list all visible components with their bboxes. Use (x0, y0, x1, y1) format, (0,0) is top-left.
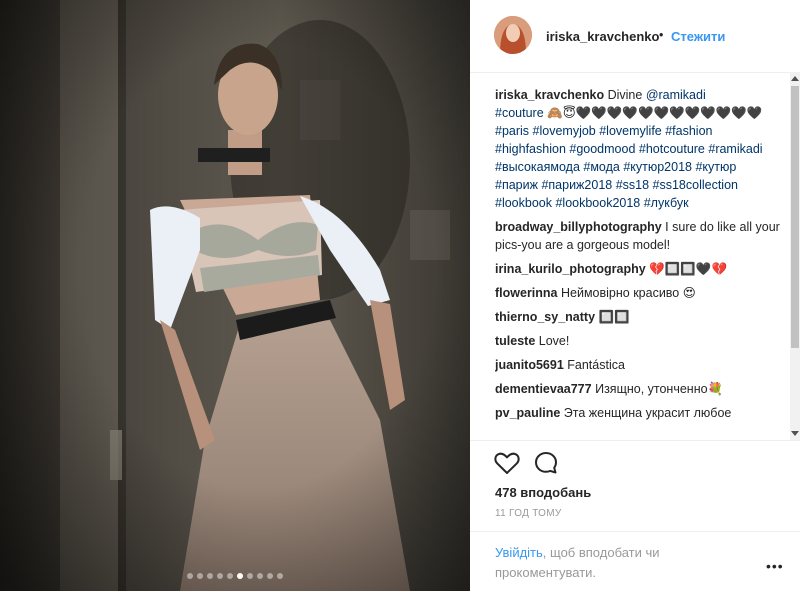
more-options-icon[interactable]: ••• (766, 558, 784, 574)
list-item: irina_kurilo_photography 💔🔲🔲🖤💔 (495, 260, 780, 278)
likes-count[interactable]: 478 вподобань (495, 485, 591, 500)
fashion-photo-image (0, 0, 470, 591)
comment-footer: Увійдіть, щоб вподобати чи прокоментуват… (470, 531, 800, 592)
comment-username-link[interactable]: dementievaa777 (495, 382, 592, 396)
comment-username-link[interactable]: juanito5691 (495, 358, 564, 372)
avatar-image (494, 16, 532, 54)
post-details-panel: iriska_kravchenko • Стежити iriska_kravc… (470, 0, 800, 591)
hashtag-link[interactable]: #couture (495, 106, 544, 120)
separator-dot: • (659, 28, 664, 42)
comment-username-link[interactable]: pv_pauline (495, 406, 560, 420)
caption: iriska_kravchenko Divine @ramikadi #cout… (495, 86, 780, 212)
list-item: thierno_sy_natty 🔲🔲 (495, 308, 780, 326)
list-item: juanito5691 Fantástica (495, 356, 780, 374)
comment-icon[interactable] (534, 451, 558, 478)
carousel-dot-active (237, 573, 243, 579)
comment-username-link[interactable]: irina_kurilo_photography (495, 262, 646, 276)
post-header: iriska_kravchenko • Стежити (470, 0, 800, 73)
scroll-up-arrow-icon[interactable] (791, 76, 799, 81)
hashtags-block[interactable]: #paris #lovemyjob #lovemylife #fashion #… (495, 124, 763, 210)
carousel-dot (217, 573, 223, 579)
list-item: tuleste Love! (495, 332, 780, 350)
comment-username-link[interactable]: broadway_billyphotography (495, 220, 662, 234)
comments-list: iriska_kravchenko Divine @ramikadi #cout… (495, 86, 780, 436)
carousel-dot (267, 573, 273, 579)
carousel-dot (247, 573, 253, 579)
carousel-indicator (0, 573, 470, 579)
list-item: pv_pauline Эта женщина украсит любое (495, 404, 780, 422)
post-timestamp[interactable]: 11 ГОД ТОМУ (495, 508, 562, 519)
carousel-dot (187, 573, 193, 579)
mention-link[interactable]: @ramikadi (646, 88, 706, 102)
avatar[interactable] (494, 16, 532, 54)
follow-button[interactable]: Стежити (671, 29, 725, 44)
comments-scrollbar[interactable] (790, 72, 800, 440)
list-item: dementievaa777 Изящно, утонченно💐 (495, 380, 780, 398)
post-photo[interactable] (0, 0, 470, 591)
list-item: flowerinna Неймовірно красиво 😍 (495, 284, 780, 302)
comment-username-link[interactable]: flowerinna (495, 286, 558, 300)
carousel-dot (277, 573, 283, 579)
comment-text: Love! (538, 334, 570, 348)
header-username-link[interactable]: iriska_kravchenko (546, 29, 659, 44)
caption-username-link[interactable]: iriska_kravchenko (495, 88, 604, 102)
heart-icon[interactable] (494, 451, 520, 478)
carousel-dot (227, 573, 233, 579)
carousel-dot (257, 573, 263, 579)
comment-text: Неймовірно красиво 😍 (561, 286, 696, 300)
comment-username-link[interactable]: thierno_sy_natty (495, 310, 595, 324)
comment-text: Fantástica (567, 358, 625, 372)
carousel-dot (207, 573, 213, 579)
comment-username-link[interactable]: tuleste (495, 334, 535, 348)
comment-text: Изящно, утонченно💐 (595, 382, 724, 396)
comment-text: Эта женщина украсит любое (563, 406, 732, 420)
login-link[interactable]: Увійдіть (495, 545, 543, 560)
scrollbar-thumb[interactable] (791, 86, 799, 348)
post-actions: 478 вподобань 11 ГОД ТОМУ (470, 440, 800, 541)
comment-text: 💔🔲🔲🖤💔 (649, 262, 728, 276)
comment-text: 🔲🔲 (598, 310, 630, 324)
list-item: broadway_billyphotography I sure do like… (495, 218, 780, 254)
scroll-down-arrow-icon[interactable] (791, 431, 799, 436)
carousel-dot (197, 573, 203, 579)
caption-emoji: 🙈😇🖤🖤🖤🖤🖤🖤🖤🖤🖤🖤🖤🖤 (543, 106, 763, 120)
caption-text: Divine (607, 88, 646, 102)
login-prompt: Увійдіть, щоб вподобати чи прокоментуват… (495, 543, 735, 583)
